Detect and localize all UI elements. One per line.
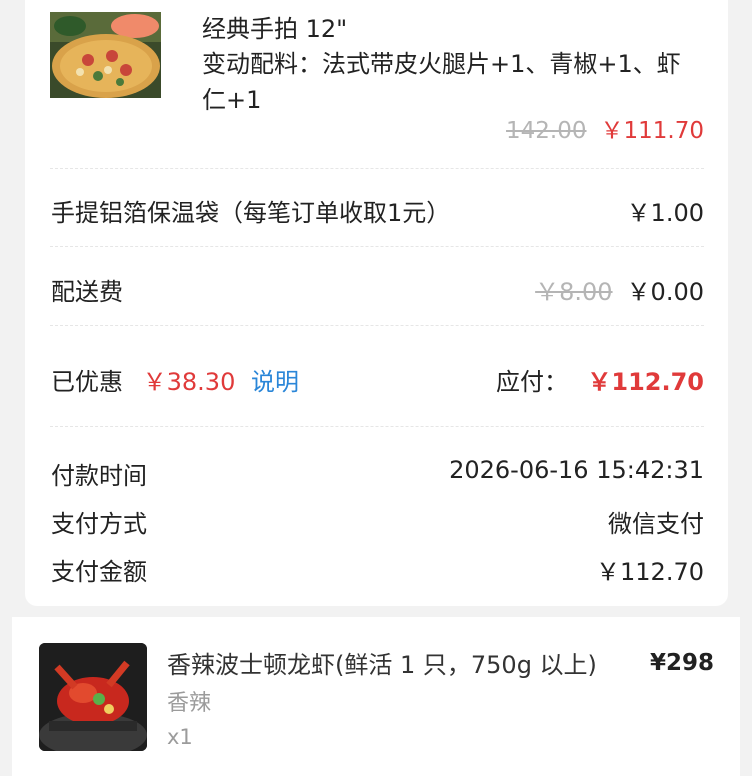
payment-method-label: 支付方式 — [51, 510, 147, 538]
order-item-card[interactable]: 香辣波士顿龙虾(鲜活 1 只，750g 以上) 香辣 x1 ¥298 — [12, 617, 740, 776]
discount-group: 已优惠 ￥38.30 说明 — [51, 362, 299, 397]
delivery-fee-value: ￥0.00 — [626, 278, 704, 306]
divider — [50, 325, 704, 326]
discount-label: 已优惠 — [51, 368, 123, 396]
payment-method-value: 微信支付 — [608, 510, 704, 538]
payment-time-value: 2026-06-16 15:42:31 — [449, 456, 704, 484]
item-title: 香辣波士顿龙虾(鲜活 1 只，750g 以上) — [167, 651, 597, 679]
pizza-illustration — [50, 12, 161, 98]
item-price: ¥298 — [649, 650, 714, 676]
delivery-fee-label: 配送费 — [51, 278, 123, 306]
payable-label: 应付： — [496, 368, 568, 396]
bag-fee-label: 手提铝箔保温袋（每笔订单收取1元） — [51, 199, 451, 227]
payment-amount-label: 支付金额 — [51, 558, 147, 586]
payable-amount: ￥112.70 — [587, 368, 704, 396]
divider — [50, 168, 704, 169]
item-quantity: x1 — [167, 725, 193, 749]
delivery-fee-original: ￥8.00 — [535, 278, 613, 306]
payment-amount-value: ￥112.70 — [596, 558, 704, 586]
bag-fee-value: ￥1.00 — [626, 199, 704, 227]
original-price: 142.00 — [506, 118, 587, 144]
product-title: 经典手拍 12" — [202, 15, 348, 43]
lobster-image[interactable] — [39, 643, 147, 751]
divider — [50, 426, 704, 427]
delivery-fee-value-group: ￥8.00 ￥0.00 — [535, 272, 704, 307]
product-price-row: 142.00 ￥111.70 — [506, 116, 704, 146]
divider — [50, 246, 704, 247]
pizza-image[interactable] — [50, 12, 161, 98]
current-price: ￥111.70 — [600, 118, 704, 144]
lobster-illustration — [39, 643, 147, 751]
product-options: 变动配料：法式带皮火腿片+1、青椒+1、虾仁+1 — [202, 50, 681, 114]
discount-amount: ￥38.30 — [142, 368, 236, 396]
payment-time-label: 付款时间 — [51, 462, 147, 490]
item-flavor: 香辣 — [167, 691, 212, 716]
discount-explain-link[interactable]: 说明 — [251, 368, 299, 396]
